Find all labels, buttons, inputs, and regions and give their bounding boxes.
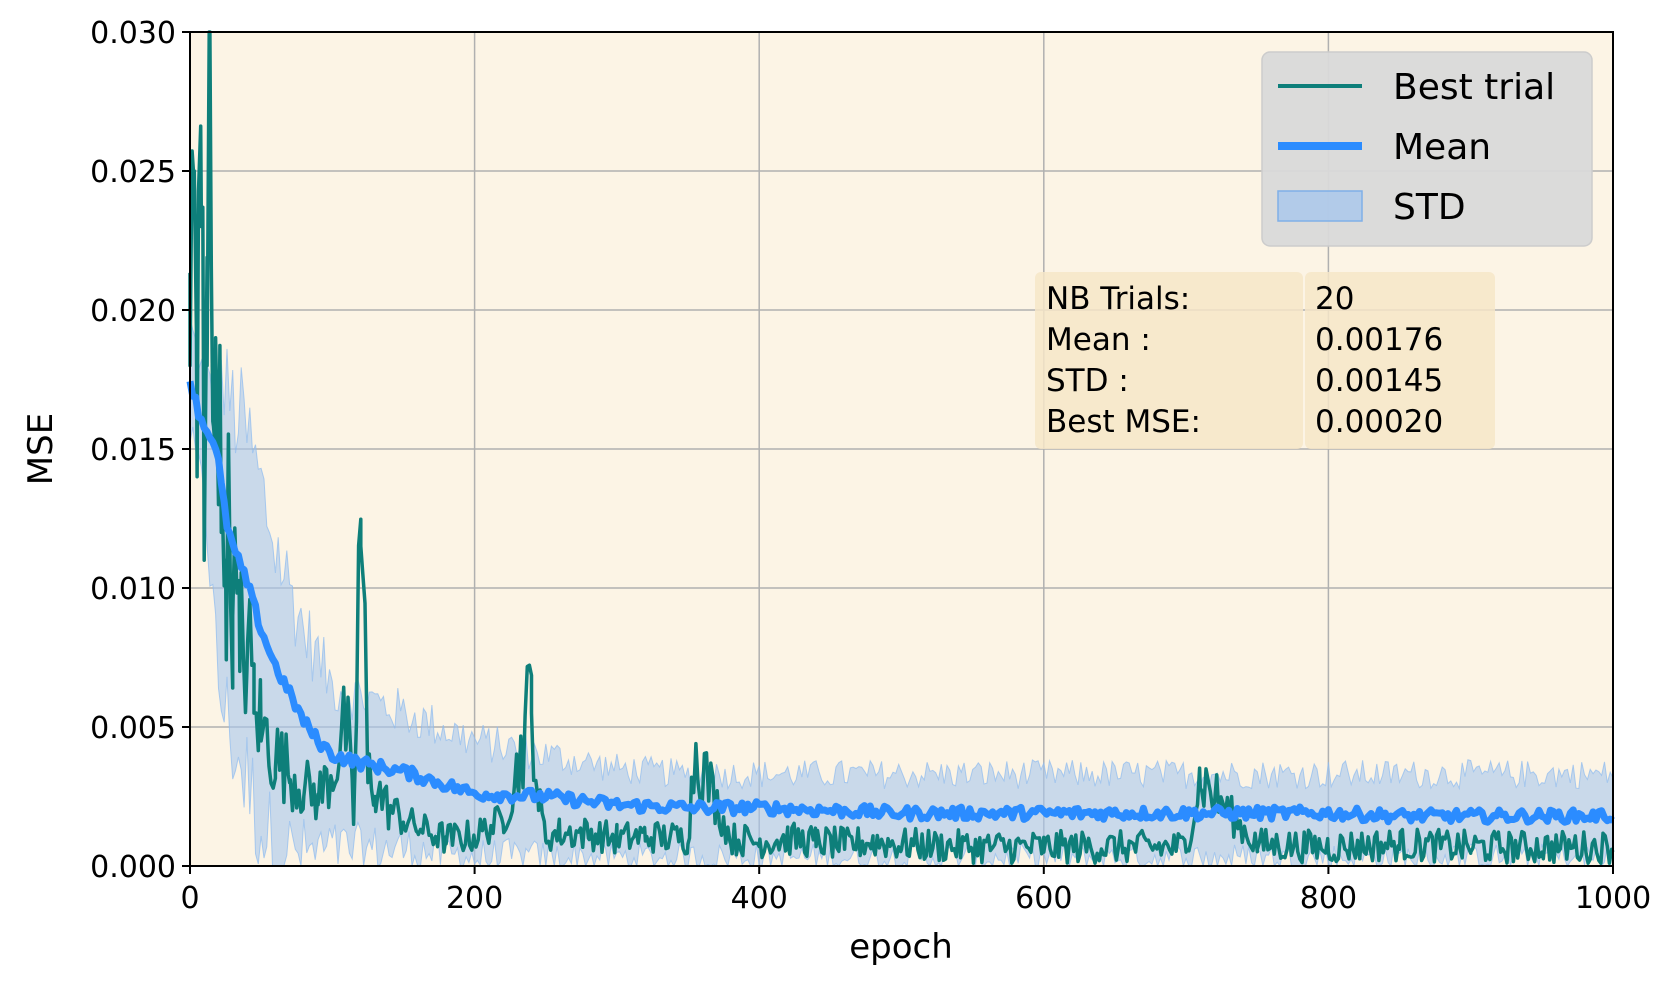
x-tick-label: 800 bbox=[1300, 881, 1357, 916]
y-tick-label: 0.005 bbox=[90, 711, 176, 746]
stats-value-std: 0.00145 bbox=[1315, 363, 1443, 399]
stats-value-nb-trials: 20 bbox=[1315, 281, 1354, 317]
y-axis-label: MSE bbox=[21, 413, 61, 485]
y-tick-label: 0.030 bbox=[90, 16, 176, 51]
x-tick-label: 1000 bbox=[1575, 881, 1651, 916]
y-tick-label: 0.000 bbox=[90, 850, 176, 885]
y-tick-label: 0.010 bbox=[90, 572, 176, 607]
stats-label-mean: Mean : bbox=[1046, 322, 1151, 358]
mse-chart: 0 200 400 600 800 1000 0.000 0.005 0.010 0.015 0.… bbox=[0, 0, 1669, 985]
y-tick-label: 0.015 bbox=[90, 433, 176, 468]
legend-label-std: STD bbox=[1393, 187, 1466, 228]
x-axis-label: epoch bbox=[849, 927, 953, 967]
stats-label-nb-trials: NB Trials: bbox=[1046, 281, 1190, 317]
stats-box: NB Trials: 20 Mean : 0.00176 STD : 0.001… bbox=[1035, 272, 1495, 449]
stats-value-best-mse: 0.00020 bbox=[1315, 404, 1443, 440]
stats-label-best-mse: Best MSE: bbox=[1046, 404, 1201, 440]
stats-value-mean: 0.00176 bbox=[1315, 322, 1443, 358]
legend-label-mean: Mean bbox=[1393, 127, 1491, 168]
x-tick-label: 200 bbox=[446, 881, 503, 916]
x-tick-label: 0 bbox=[180, 881, 199, 916]
x-tick-label: 600 bbox=[1015, 881, 1072, 916]
y-tick-label: 0.025 bbox=[90, 155, 176, 190]
legend-swatch-std bbox=[1277, 190, 1363, 222]
legend-label-best-trial: Best trial bbox=[1393, 67, 1555, 108]
x-tick-label: 400 bbox=[731, 881, 788, 916]
legend: Best trial Mean STD bbox=[1261, 51, 1593, 247]
stats-label-std: STD : bbox=[1046, 363, 1129, 399]
y-tick-label: 0.020 bbox=[90, 294, 176, 329]
